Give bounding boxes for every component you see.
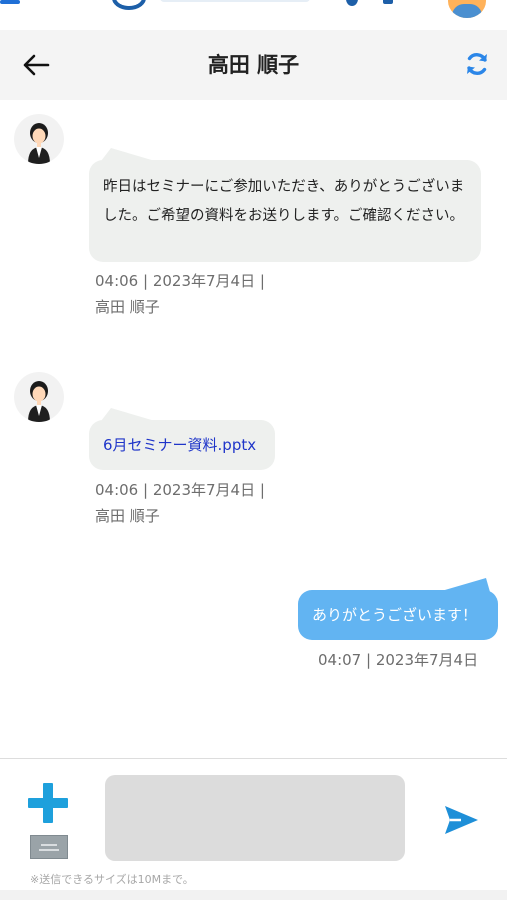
message-meta: 04:06 | 2023年7月4日 | 高田 順子 (95, 477, 265, 529)
person-avatar-icon (28, 381, 50, 422)
top-app-bar (0, 0, 507, 18)
menu-icon[interactable] (0, 0, 20, 4)
sender-avatar (14, 114, 64, 164)
user-avatar-icon[interactable] (448, 0, 486, 18)
message-timestamp: 04:07 | 2023年7月4日 (318, 651, 479, 669)
thumbnail-line (39, 849, 59, 851)
bottom-strip (0, 890, 507, 900)
my-message-bubble: ありがとうございます！ (298, 578, 498, 640)
send-icon (445, 806, 478, 834)
message-text: 昨日はセミナーにご参加いただき、ありがとうございました。ご希望の資料をお送りしま… (103, 179, 465, 224)
message-timestamp: 04:06 | 2023年7月4日 | (95, 481, 265, 499)
message-meta: 04:06 | 2023年7月4日 | 高田 順子 (95, 268, 265, 320)
notification-icon[interactable] (346, 0, 358, 6)
thumbnail-line (41, 844, 57, 846)
message-sender-name: 高田 順子 (95, 507, 160, 525)
add-attachment-button[interactable] (28, 783, 68, 823)
file-message-bubble: 6月セミナー資料.pptx (89, 408, 275, 470)
page-title: 高田 順子 (207, 53, 300, 77)
message-bubble: 昨日はセミナーにご参加いただき、ありがとうございました。ご希望の資料をお送りしま… (89, 148, 481, 262)
refresh-button[interactable] (460, 48, 494, 80)
refresh-icon (467, 53, 487, 75)
logo-icon (112, 0, 146, 10)
file-attachment-link[interactable]: 6月セミナー資料.pptx (103, 436, 256, 454)
message-text: ありがとうございます！ (312, 606, 478, 624)
chat-header: 高田 順子 (0, 30, 507, 100)
inbox-icon[interactable] (383, 0, 393, 4)
message-input[interactable] (105, 775, 405, 861)
message-sender-name: 高田 順子 (95, 298, 160, 316)
attachment-thumbnail[interactable] (30, 835, 68, 859)
logo-wordmark (160, 0, 310, 2)
message-composer: ※送信できるサイズは10Mまで。 (0, 758, 507, 890)
sender-avatar (14, 372, 64, 422)
person-avatar-icon (28, 123, 50, 164)
send-button[interactable] (441, 803, 481, 837)
message-timestamp: 04:06 | 2023年7月4日 | (95, 272, 265, 290)
upload-size-note: ※送信できるサイズは10Mまで。 (30, 873, 194, 886)
